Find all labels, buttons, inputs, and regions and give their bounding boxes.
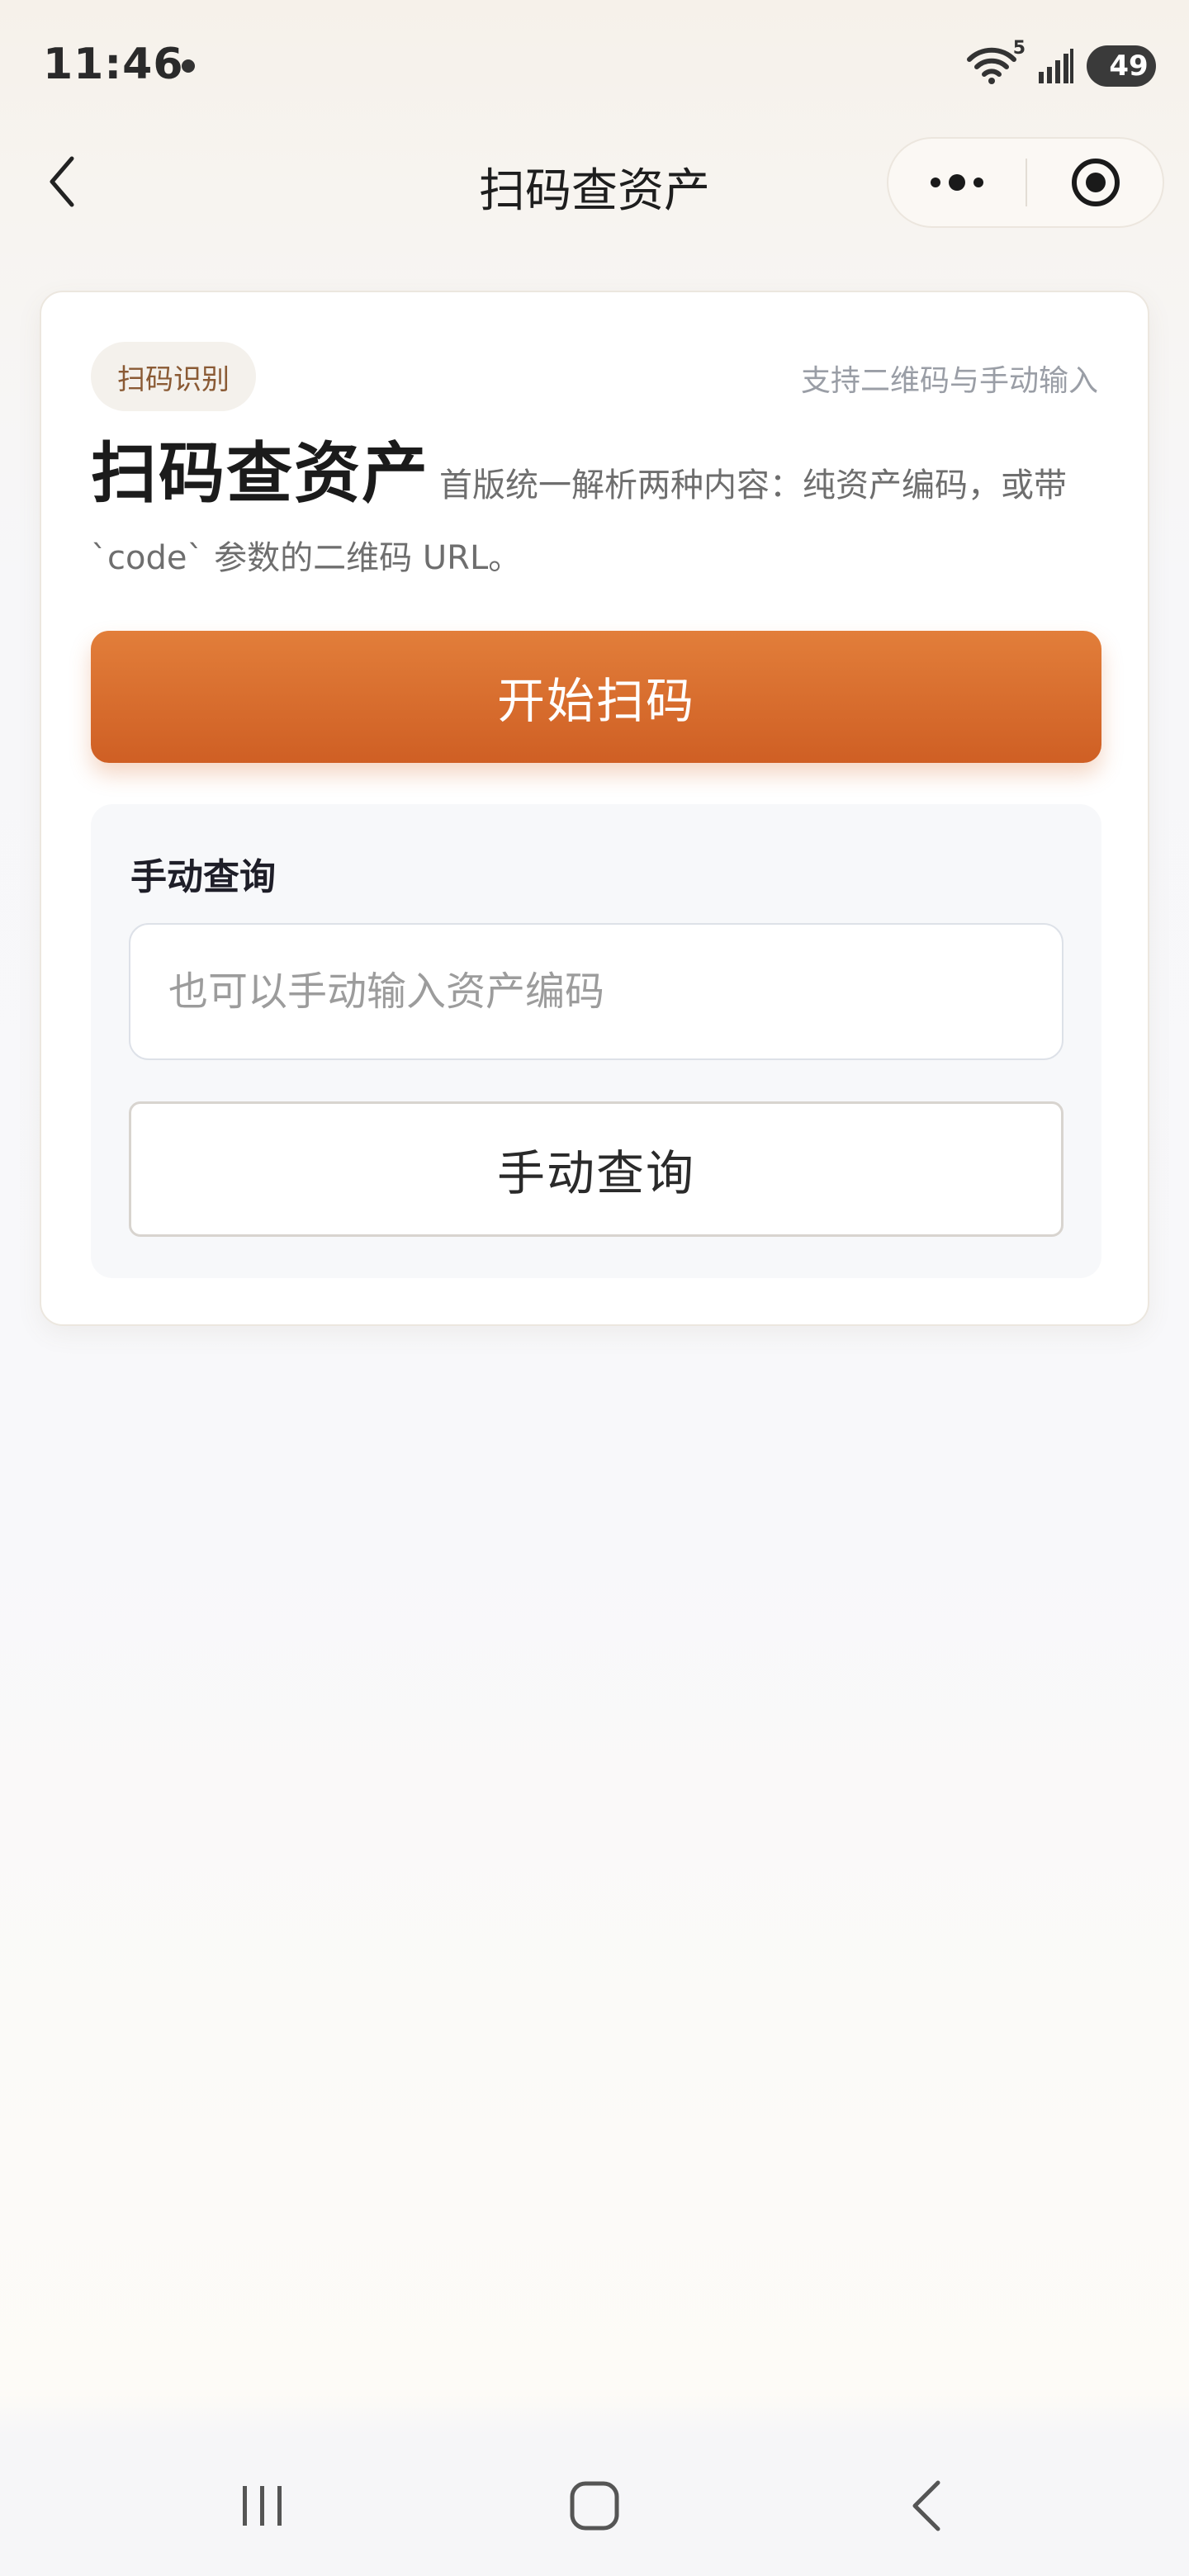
recent-apps-button[interactable] — [205, 2452, 320, 2559]
mini-program-capsule — [887, 137, 1164, 228]
scan-tag: 扫码识别 — [91, 342, 256, 411]
status-time: 11:46 — [43, 40, 184, 89]
more-button[interactable] — [888, 139, 1026, 226]
battery-level: 49 — [1109, 50, 1149, 83]
home-icon — [570, 2481, 619, 2531]
close-button[interactable] — [1027, 139, 1164, 226]
wifi-badge: 5 — [1012, 38, 1026, 59]
manual-query-button[interactable]: 手动查询 — [129, 1101, 1063, 1237]
system-back-button[interactable] — [869, 2452, 984, 2559]
asset-code-input[interactable] — [129, 923, 1063, 1060]
battery-indicator: 49 — [1087, 45, 1156, 87]
manual-query-section: 手动查询 手动查询 — [91, 804, 1101, 1278]
scan-card: 扫码识别 支持二维码与手动输入 扫码查资产 首版统一解析两种内容：纯资产编码，或带… — [40, 291, 1149, 1326]
signal-icon — [1037, 47, 1075, 85]
recent-apps-icon — [243, 2486, 282, 2526]
back-icon — [912, 2480, 940, 2531]
start-scan-button[interactable]: 开始扫码 — [91, 631, 1101, 763]
headline: 扫码查资产 首版统一解析两种内容：纯资产编码，或带 `code` 参数的二维码 U… — [91, 441, 1106, 598]
target-circle-icon — [1072, 159, 1120, 206]
wifi-icon: 5 — [966, 38, 1026, 89]
more-dots-icon — [931, 174, 983, 191]
status-bar: 11:46 5 49 — [0, 0, 1189, 132]
home-button[interactable] — [537, 2452, 652, 2559]
system-nav-bar — [0, 2436, 1189, 2576]
support-text: 支持二维码与手动输入 — [800, 364, 1098, 398]
status-icons: 5 49 — [966, 38, 1156, 89]
manual-query-label: 手动查询 — [130, 856, 276, 898]
notification-dot-icon — [182, 59, 195, 73]
card-title: 扫码查资产 — [91, 435, 429, 512]
